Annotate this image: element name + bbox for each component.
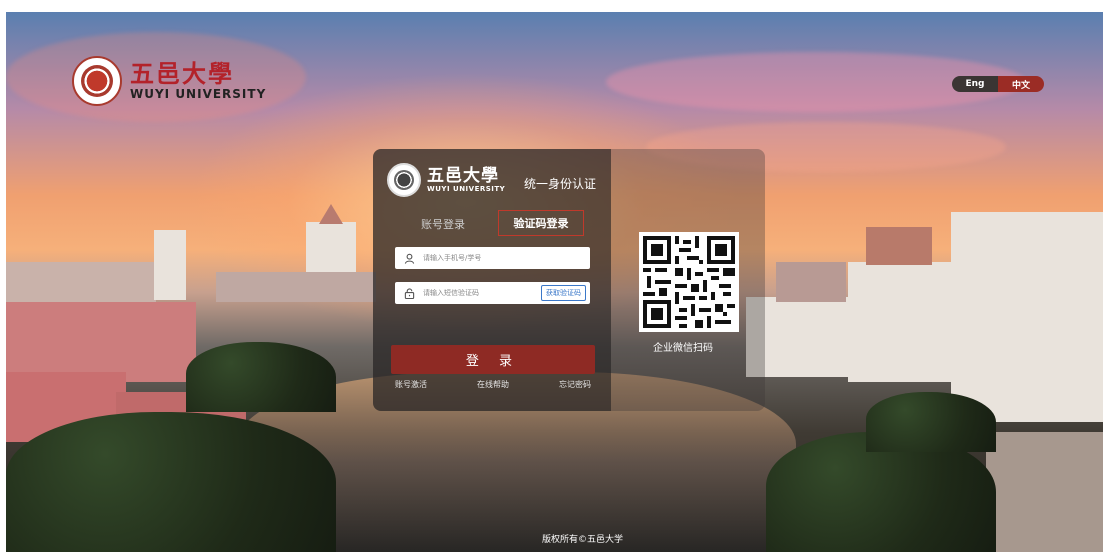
card-title: 统一身份认证 [524, 177, 597, 191]
online-help-link[interactable]: 在线帮助 [477, 379, 509, 390]
login-card: 五邑大學 WUYI UNIVERSITY 统一身份认证 账号登录 验证码登录 获… [373, 149, 765, 411]
login-links: 账号激活 在线帮助 忘记密码 [395, 379, 591, 390]
phone-input[interactable] [421, 253, 545, 263]
user-icon [403, 252, 415, 264]
card-logo: 五邑大學 WUYI UNIVERSITY [387, 163, 505, 197]
language-switch: Eng 中文 [952, 76, 1044, 92]
tab-account-login[interactable]: 账号登录 [421, 216, 465, 232]
building [866, 227, 932, 265]
building [986, 432, 1103, 552]
trees [6, 412, 336, 552]
lock-icon [403, 287, 415, 299]
tab-code-login[interactable]: 验证码登录 [498, 210, 584, 236]
lang-english-button[interactable]: Eng [952, 76, 998, 92]
building [951, 212, 1103, 422]
forgot-password-link[interactable]: 忘记密码 [559, 379, 591, 390]
qr-code[interactable] [639, 232, 739, 332]
university-seal-icon [72, 56, 122, 106]
phone-field [395, 247, 590, 269]
trees [866, 392, 996, 452]
building [848, 262, 960, 382]
university-logo: 五邑大學 WUYI UNIVERSITY [72, 56, 266, 106]
login-button[interactable]: 登 录 [391, 345, 595, 374]
sms-code-input[interactable] [421, 288, 545, 298]
card-logo-english: WUYI UNIVERSITY [427, 185, 506, 193]
card-logo-chinese: 五邑大學 [427, 166, 499, 186]
building [154, 230, 186, 300]
building [776, 262, 846, 302]
building [216, 272, 376, 302]
distant-buildings [6, 262, 156, 302]
qr-code-icon [643, 236, 735, 328]
tower-roof [319, 204, 343, 224]
copyright-footer: 版权所有©五邑大学 [542, 535, 624, 545]
sms-code-field: 获取验证码 [395, 282, 590, 304]
qr-caption: 企业微信扫码 [653, 343, 713, 354]
activate-account-link[interactable]: 账号激活 [395, 379, 427, 390]
building [6, 302, 196, 382]
logo-english-name: WUYI UNIVERSITY [130, 87, 267, 101]
get-code-button[interactable]: 获取验证码 [541, 285, 586, 301]
trees [186, 342, 336, 412]
university-seal-icon [387, 163, 421, 197]
lang-chinese-button[interactable]: 中文 [998, 76, 1044, 92]
logo-chinese-name: 五邑大學 [130, 59, 234, 88]
